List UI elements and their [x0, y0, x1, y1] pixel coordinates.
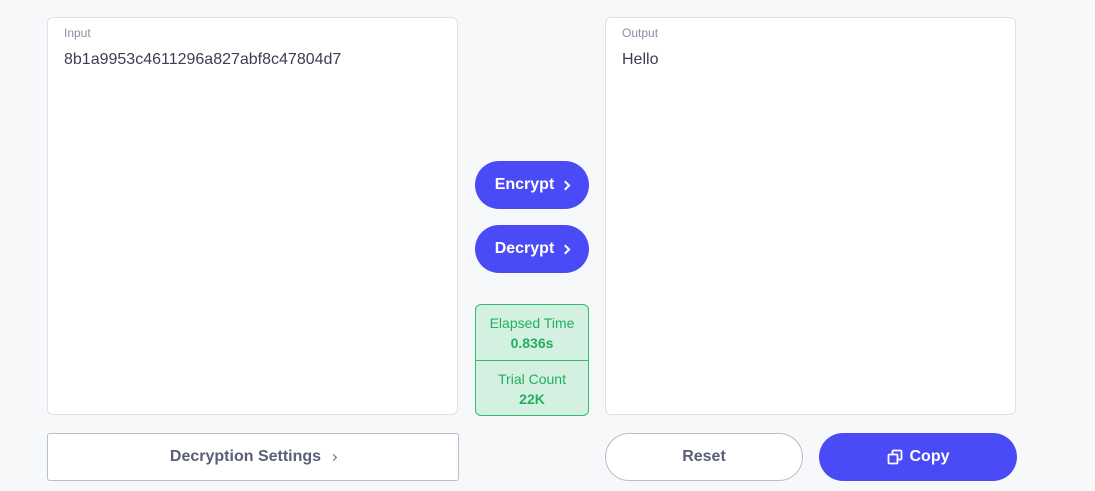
encrypt-label: Encrypt	[494, 176, 555, 193]
decrypt-label: Decrypt	[494, 240, 555, 257]
decryption-settings-label: Decryption Settings	[169, 448, 322, 465]
decryption-settings-button[interactable]: Decryption Settings	[47, 433, 459, 481]
input-text[interactable]: 8b1a9953c4611296a827abf8c47804d7	[64, 51, 443, 69]
copy-button[interactable]: Copy	[819, 433, 1017, 481]
output-label: Output	[622, 26, 659, 40]
input-label: Input	[64, 26, 91, 40]
output-panel[interactable]: Output Hello	[605, 17, 1016, 415]
encrypt-button[interactable]: Encrypt	[475, 161, 589, 209]
chevron-right-icon	[560, 180, 571, 190]
chevron-right-icon	[560, 244, 571, 254]
copy-icon	[887, 449, 902, 465]
reset-button[interactable]: Reset	[605, 433, 803, 481]
output-text[interactable]: Hello	[622, 51, 1001, 69]
copy-label: Copy	[909, 448, 950, 465]
elapsed-time-value: 0.836s	[510, 334, 554, 351]
reset-label: Reset	[682, 448, 726, 465]
decrypt-button[interactable]: Decrypt	[475, 225, 589, 273]
trial-count-value: 22K	[519, 390, 545, 407]
trial-count-stat: Trial Count 22K	[476, 360, 588, 415]
elapsed-time-stat: Elapsed Time 0.836s	[476, 305, 588, 360]
elapsed-time-label: Elapsed Time	[489, 314, 575, 331]
input-panel[interactable]: Input 8b1a9953c4611296a827abf8c47804d7	[47, 17, 458, 415]
trial-count-label: Trial Count	[498, 370, 566, 387]
chevron-right-icon	[330, 453, 338, 461]
stats-box: Elapsed Time 0.836s Trial Count 22K	[475, 304, 589, 416]
